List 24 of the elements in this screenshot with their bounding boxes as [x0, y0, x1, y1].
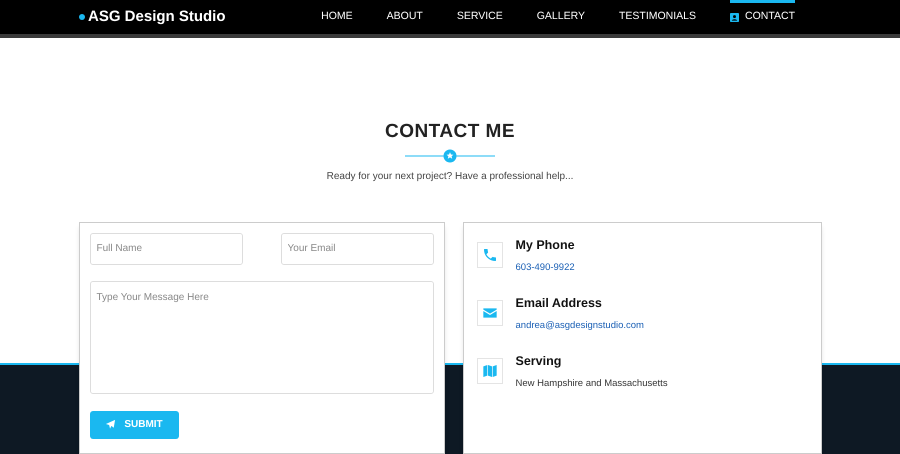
info-title: Serving [516, 352, 562, 370]
tab-marker [730, 0, 795, 3]
info-title: My Phone [516, 236, 575, 254]
nav-link[interactable]: CONTACT [730, 0, 795, 34]
info-link[interactable]: andrea@asgdesignstudio.com [516, 319, 644, 334]
email-field[interactable]: Your Email [280, 232, 434, 264]
nav-link[interactable]: ABOUT [386, 0, 423, 34]
nav-link[interactable]: GALLERY [536, 0, 586, 34]
info-title: Email Address [516, 294, 603, 312]
name-field[interactable]: Full Name [90, 232, 242, 264]
brand-logo[interactable]: ASG Design Studio [88, 6, 226, 28]
map-icon [482, 362, 498, 378]
section-subtitle: Ready for your next project? Have a professional help... [326, 170, 574, 184]
phone-icon [482, 246, 498, 262]
paper-plane-icon [105, 419, 116, 430]
contact-card-icon [730, 12, 740, 22]
star-divider-icon [405, 148, 495, 162]
nav-link[interactable]: HOME [321, 0, 353, 34]
info-text: New Hampshire and Massachusetts [516, 377, 668, 392]
info-link[interactable]: 603-490-9922 [516, 261, 575, 276]
section-title: CONTACT ME [385, 120, 515, 144]
nav-link[interactable]: SERVICE [456, 0, 503, 34]
message-field[interactable]: Type Your Message Here [90, 280, 434, 394]
nav-link[interactable]: TESTIMONIALS [619, 0, 696, 34]
